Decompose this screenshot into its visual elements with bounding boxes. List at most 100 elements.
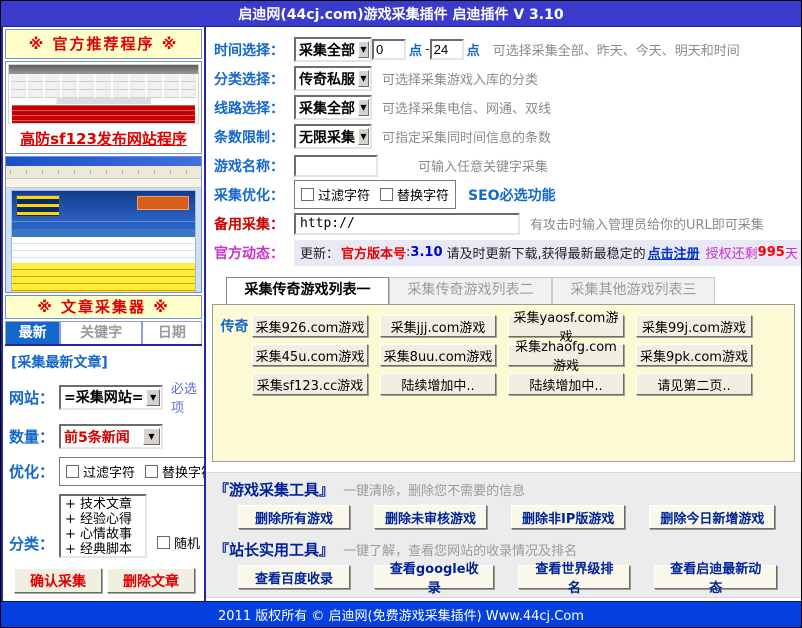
- delete-non-ip-games-button[interactable]: 删除非IP版游戏: [511, 505, 625, 529]
- promo-header: ※ 官方推荐程序 ※: [5, 29, 202, 59]
- dropdown-arrow-icon[interactable]: ▼: [358, 70, 369, 87]
- collect-game-button[interactable]: 采集8uu.com游戏: [380, 344, 496, 366]
- category-listbox[interactable]: + 技术文章 + 经验心得 + 心情故事 + 经典脚本: [59, 494, 147, 558]
- delete-unreviewed-games-button[interactable]: 删除未审核游戏: [374, 505, 487, 529]
- delete-today-games-button[interactable]: 删除今日新增游戏: [649, 505, 775, 529]
- random-checkbox[interactable]: [157, 536, 170, 549]
- collect-game-button[interactable]: 采集99j.com游戏: [636, 315, 752, 337]
- collect-optimize-group: 过滤字符 替换字符: [294, 180, 456, 209]
- dropdown-arrow-icon[interactable]: ▼: [358, 128, 369, 145]
- category-label: 分类：: [9, 533, 59, 558]
- check-rank-button[interactable]: 查看世界级排名: [518, 565, 630, 589]
- site-tools-header: 『站长实用工具』 一键了解，查看您网站的收录情况及排名: [214, 539, 801, 560]
- hour-to-input[interactable]: [430, 39, 464, 60]
- thumbnail-decoration: [12, 221, 195, 229]
- license-days: 995: [758, 245, 785, 260]
- category-option[interactable]: + 经典脚本: [65, 542, 145, 557]
- tab-keyword[interactable]: 关键字: [60, 321, 142, 344]
- collect-optimize-row: 采集优化： 过滤字符 替换字符 SEO必选功能: [206, 180, 801, 209]
- promo-link-sf123[interactable]: 高防sf123发布网站程序: [6, 126, 201, 153]
- collect-game-button[interactable]: 陆续增加中..: [380, 373, 496, 395]
- collect-game-button[interactable]: 采集zhaofg.com游戏: [508, 344, 624, 366]
- news-prefix: 更新：: [300, 243, 339, 262]
- game-name-input[interactable]: [294, 155, 378, 177]
- promo-ad-sf123-thumbnail[interactable]: [8, 64, 199, 124]
- limit-select-value: 无限采集: [296, 127, 358, 147]
- check-baidu-button[interactable]: 查看百度收录: [238, 565, 350, 589]
- game-button-row: 传奇 采集926.com游戏 采集jjj.com游戏 采集yaosf.com游戏…: [217, 315, 794, 337]
- filter-chars-checkbox-main[interactable]: [301, 188, 314, 201]
- thumbnail-decoration: [12, 229, 195, 237]
- app-window: 启迪网(44cj.com)游戏采集插件 启迪插件 V 3.10 ※ 官方推荐程序…: [0, 0, 802, 628]
- filter-chars-checkbox[interactable]: [66, 465, 79, 478]
- thumbnail-decoration: [137, 196, 189, 210]
- collect-game-button[interactable]: 采集jjj.com游戏: [380, 315, 496, 337]
- dropdown-arrow-icon[interactable]: ▼: [146, 389, 160, 406]
- filter-chars-option-main: 过滤字符: [301, 185, 370, 204]
- collect-game-button[interactable]: 请见第二页..: [636, 373, 752, 395]
- replace-chars-checkbox-main[interactable]: [380, 188, 393, 201]
- game-name-label: 游戏名称：: [214, 156, 294, 176]
- collect-game-button[interactable]: 陆续增加中..: [508, 373, 624, 395]
- promo-ad-sf123[interactable]: 高防sf123发布网站程序: [5, 61, 202, 154]
- title-bar: 启迪网(44cj.com)游戏采集插件 启迪插件 V 3.10: [1, 1, 801, 27]
- hour-from-input[interactable]: [372, 39, 406, 60]
- thumbnail-decoration: [12, 191, 195, 221]
- replace-chars-checkbox[interactable]: [145, 465, 158, 478]
- optimize-label: 优化：: [9, 461, 59, 482]
- legend-label: 传奇: [217, 316, 252, 336]
- category-option[interactable]: + 心情故事: [65, 527, 145, 542]
- tab-latest[interactable]: 最新: [5, 321, 60, 344]
- promo-ad-website[interactable]: [5, 156, 202, 293]
- game-tools-desc: 一键清除，删除您不需要的信息: [343, 484, 525, 499]
- dropdown-arrow-icon[interactable]: ▼: [358, 41, 369, 58]
- sidebar-tabs: 最新 关键字 日期: [5, 321, 202, 346]
- promo-header-text: ※ 官方推荐程序 ※: [29, 35, 179, 53]
- delete-article-button[interactable]: 删除文章: [107, 568, 195, 593]
- line-select-value: 采集全部: [296, 98, 358, 118]
- tab-game-list-2[interactable]: 采集传奇游戏列表二: [389, 277, 552, 304]
- collect-game-button[interactable]: 采集yaosf.com游戏: [508, 315, 624, 337]
- tab-game-list-3[interactable]: 采集其他游戏列表三: [552, 277, 715, 304]
- line-label: 线路选择：: [214, 98, 294, 118]
- delete-all-games-button[interactable]: 删除所有游戏: [238, 505, 350, 529]
- hour-to-unit: 点: [467, 40, 480, 59]
- limit-hint: 可指定采集同时间信息的条数: [382, 127, 551, 146]
- tab-game-list-1[interactable]: 采集传奇游戏列表一: [226, 277, 389, 304]
- collect-game-button[interactable]: 采集9pk.com游戏: [636, 344, 752, 366]
- confirm-collect-button[interactable]: 确认采集: [14, 568, 102, 593]
- tools-panel: 『游戏采集工具』 一键清除，删除您不需要的信息 删除所有游戏 删除未审核游戏 删…: [206, 472, 801, 598]
- thumbnail-decoration: [12, 237, 195, 263]
- dropdown-arrow-icon[interactable]: ▼: [358, 99, 369, 116]
- collect-game-button[interactable]: 采集45u.com游戏: [252, 344, 368, 366]
- website-select[interactable]: =采集网站= ▼: [59, 385, 163, 410]
- thumbnail-decoration: [9, 74, 198, 98]
- line-select[interactable]: 采集全部 ▼: [294, 95, 372, 120]
- game-tools-header: 『游戏采集工具』 一键清除，删除您不需要的信息: [214, 479, 801, 500]
- category-option[interactable]: + 技术文章: [65, 497, 145, 512]
- collect-game-button[interactable]: 采集sf123.cc游戏: [252, 373, 368, 395]
- optimize-row: 优化： 过滤字符 替换字符: [9, 457, 200, 486]
- version-number: 3.10: [410, 245, 442, 260]
- check-news-button[interactable]: 查看启迪最新动态: [654, 565, 777, 589]
- news-label: 官方动态：: [214, 243, 294, 263]
- game-button-row: 采集45u.com游戏 采集8uu.com游戏 采集zhaofg.com游戏 采…: [217, 344, 794, 366]
- window-body: ※ 官方推荐程序 ※ 高防sf123发布网站程序: [1, 27, 801, 601]
- check-google-button[interactable]: 查看google收录: [374, 565, 494, 589]
- game-name-row: 游戏名称： 可输入任意关键字采集: [206, 151, 801, 180]
- filter-chars-label-main: 过滤字符: [318, 185, 370, 204]
- register-link[interactable]: 点击注册: [648, 243, 700, 262]
- license-unit: 天: [785, 243, 798, 262]
- limit-label: 条数限制：: [214, 127, 294, 147]
- count-select[interactable]: 前5条新闻 ▼: [59, 424, 163, 449]
- dropdown-arrow-icon[interactable]: ▼: [143, 428, 160, 445]
- category-option[interactable]: + 经验心得: [65, 512, 145, 527]
- collect-game-button[interactable]: 采集926.com游戏: [252, 315, 368, 337]
- limit-select[interactable]: 无限采集 ▼: [294, 124, 372, 149]
- thumbnail-decoration: [16, 195, 60, 217]
- category-select[interactable]: 传奇私服 ▼: [294, 66, 372, 91]
- game-button-row: 采集sf123.cc游戏 陆续增加中.. 陆续增加中.. 请见第二页..: [217, 373, 794, 395]
- time-select[interactable]: 采集全部 ▼: [294, 37, 372, 62]
- tab-date[interactable]: 日期: [142, 321, 202, 344]
- backup-url-input[interactable]: [294, 213, 520, 235]
